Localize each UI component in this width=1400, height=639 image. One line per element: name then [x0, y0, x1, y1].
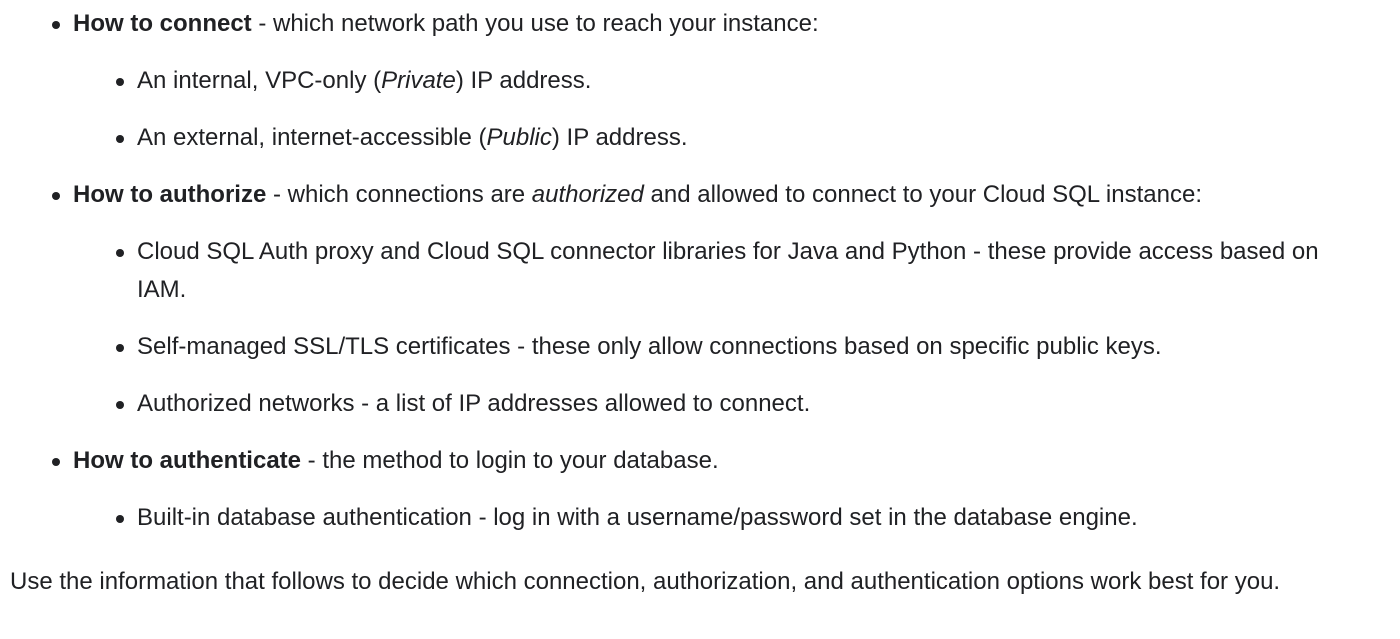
bullet-icon	[116, 515, 124, 523]
bullet-icon	[116, 135, 124, 143]
bullet-icon	[52, 21, 60, 29]
item-description: - which network path you use to reach yo…	[251, 10, 819, 37]
item-text: Cloud SQL Auth proxy and Cloud SQL conne…	[137, 238, 1319, 303]
item-text: Authorized networks - a list of IP addre…	[137, 390, 811, 417]
item-text: How to authorize - which connections are…	[73, 181, 1202, 208]
bullet-icon	[116, 401, 124, 409]
item-heading: How to authorize	[73, 181, 267, 208]
item-text: Built-in database authentication - log i…	[137, 504, 1138, 531]
item-text: An external, internet-accessible (Public…	[137, 124, 688, 151]
item-text: How to connect - which network path you …	[73, 5, 819, 43]
bullet-icon	[52, 458, 60, 466]
item-text: Self-managed SSL/TLS certificates - thes…	[137, 333, 1162, 360]
item-text: How to authenticate - the method to logi…	[73, 442, 719, 480]
item-heading: How to connect	[73, 10, 252, 37]
item-description: - the method to login to your database.	[301, 447, 719, 474]
bullet-icon	[116, 249, 124, 257]
bullet-icon	[52, 192, 60, 200]
item-heading: How to authenticate	[73, 447, 302, 474]
item-text: An internal, VPC-only (Private) IP addre…	[137, 67, 592, 94]
summary-paragraph: Use the information that follows to deci…	[10, 568, 1281, 595]
bullet-icon	[116, 78, 124, 86]
bullet-icon	[116, 344, 124, 352]
